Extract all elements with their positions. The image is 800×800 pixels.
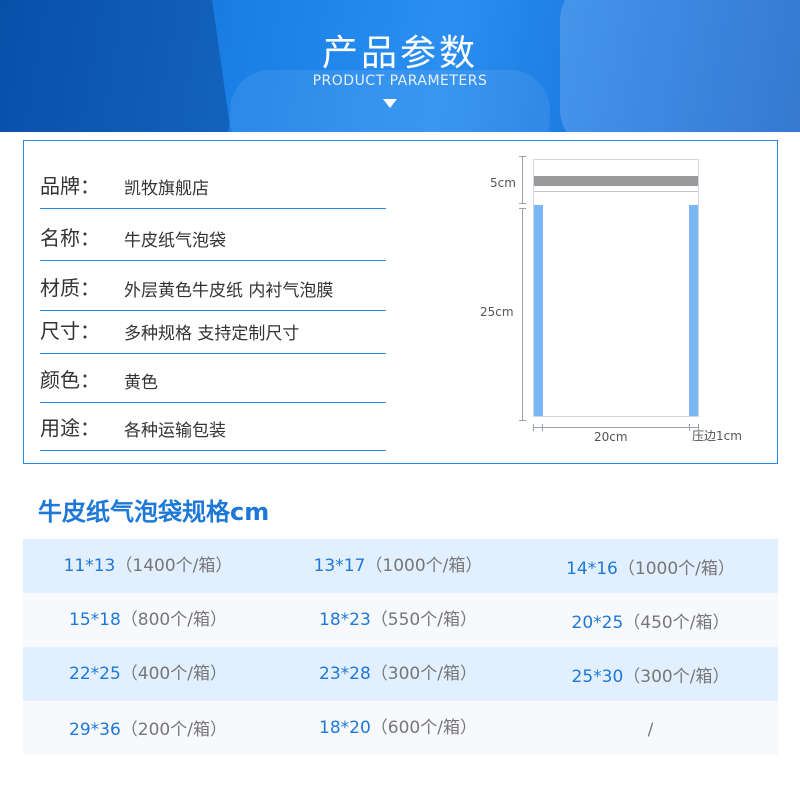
param-row-size: 尺寸： 多种规格 支持定制尺寸 xyxy=(40,302,386,354)
divider xyxy=(40,450,386,451)
spec-size: 25*30 xyxy=(571,667,624,687)
dimension-tick xyxy=(519,420,526,421)
flap-fold-line xyxy=(534,191,698,192)
spec-size: 18*23 xyxy=(319,610,371,630)
table-cell: 15*18（800个/箱） xyxy=(23,593,273,647)
edge-strip-left xyxy=(534,205,543,416)
table-row: 15*18（800个/箱） 18*23（550个/箱） 20*25（450个/箱… xyxy=(23,593,778,647)
table-cell: 11*13（1400个/箱） xyxy=(23,539,273,593)
param-label: 用途： xyxy=(40,416,100,440)
spec-size: 23*28 xyxy=(319,664,371,684)
page-title: 产品参数 xyxy=(321,33,478,74)
spec-qty: （550个/箱） xyxy=(370,610,477,630)
edge-strip-right xyxy=(689,205,698,416)
spec-size: 29*36 xyxy=(69,720,121,740)
spec-size: 18*20 xyxy=(319,718,371,738)
spec-qty: （1400个/箱） xyxy=(115,556,233,576)
table-row: 22*25（400个/箱） 23*28（300个/箱） 25*30（300个/箱… xyxy=(23,647,778,701)
spec-qty: （200个/箱） xyxy=(120,720,227,740)
param-row-brand: 品牌： 凯牧旗舰店 xyxy=(40,157,386,209)
param-label: 品牌： xyxy=(40,174,100,198)
header-banner: 产品参数 PRODUCT PARAMETERS xyxy=(0,0,800,132)
spec-qty: （450个/箱） xyxy=(623,613,730,633)
param-label: 尺寸： xyxy=(40,319,100,343)
dimension-tick xyxy=(689,424,690,431)
edge-dimension-label: 压边1cm xyxy=(692,429,742,443)
dimension-tick xyxy=(542,424,543,431)
dimension-tick xyxy=(519,203,526,204)
spec-qty: （400个/箱） xyxy=(120,664,227,684)
table-cell: / xyxy=(523,703,778,757)
spec-size: 14*16 xyxy=(566,559,618,579)
param-row-color: 颜色： 黄色 xyxy=(40,351,386,403)
bag-shape xyxy=(533,159,699,417)
table-row: 11*13（1400个/箱） 13*17（1000个/箱） 14*16（1000… xyxy=(23,539,778,593)
table-row: 29*36（200个/箱） 18*20（600个/箱） / xyxy=(23,701,778,755)
table-cell: 25*30（300个/箱） xyxy=(523,650,778,704)
table-cell: 23*28（300个/箱） xyxy=(273,647,523,701)
spec-size: 15*18 xyxy=(69,610,121,630)
dimension-tick xyxy=(519,156,526,157)
height-dimension-line xyxy=(522,208,523,421)
spec-qty: （1000个/箱） xyxy=(365,556,483,576)
table-cell: 18*23（550个/箱） xyxy=(273,593,523,647)
width-dimension-label: 20cm xyxy=(594,430,628,444)
param-label: 材质： xyxy=(40,276,100,300)
bag-diagram: 5cm 25cm 20cm 压边1cm xyxy=(470,150,760,455)
table-cell: 20*25（450个/箱） xyxy=(523,596,778,650)
param-value: 外层黄色牛皮纸 内衬气泡膜 xyxy=(124,281,334,301)
spec-empty: / xyxy=(647,720,654,740)
spec-table: 11*13（1400个/箱） 13*17（1000个/箱） 14*16（1000… xyxy=(23,539,778,755)
table-cell: 18*20（600个/箱） xyxy=(273,701,523,755)
spec-qty: （300个/箱） xyxy=(370,664,477,684)
down-arrow-icon xyxy=(383,99,397,108)
param-label: 颜色： xyxy=(40,368,100,392)
param-label: 名称： xyxy=(40,226,100,250)
dimension-tick xyxy=(533,424,534,431)
flap-dimension-line xyxy=(522,156,523,204)
spec-title: 牛皮纸气泡袋规格cm xyxy=(38,498,270,526)
table-cell: 29*36（200个/箱） xyxy=(23,703,273,757)
spec-qty: （800个/箱） xyxy=(120,610,227,630)
spec-qty: （600个/箱） xyxy=(370,718,477,738)
spec-qty: （1000个/箱） xyxy=(617,559,735,579)
spec-size: 13*17 xyxy=(313,556,366,576)
table-cell: 14*16（1000个/箱） xyxy=(523,542,778,596)
param-value: 各种运输包装 xyxy=(124,421,226,441)
height-dimension-label: 25cm xyxy=(480,305,514,319)
table-cell: 13*17（1000个/箱） xyxy=(273,539,523,593)
param-value: 多种规格 支持定制尺寸 xyxy=(124,324,300,344)
seal-strip xyxy=(534,176,698,186)
width-dimension-line xyxy=(533,427,699,428)
spec-size: 22*25 xyxy=(69,664,121,684)
table-cell: 22*25（400个/箱） xyxy=(23,647,273,701)
spec-size: 20*25 xyxy=(571,613,624,633)
param-value: 黄色 xyxy=(124,373,158,393)
param-value: 牛皮纸气泡袋 xyxy=(124,231,226,251)
param-value: 凯牧旗舰店 xyxy=(124,179,209,199)
param-row-usage: 用途： 各种运输包装 xyxy=(40,399,386,451)
dimension-tick xyxy=(519,208,526,209)
spec-size: 11*13 xyxy=(63,556,116,576)
page-subtitle: PRODUCT PARAMETERS xyxy=(312,73,488,89)
spec-qty: （300个/箱） xyxy=(623,667,730,687)
param-row-name: 名称： 牛皮纸气泡袋 xyxy=(40,209,386,261)
flap-dimension-label: 5cm xyxy=(490,176,516,190)
